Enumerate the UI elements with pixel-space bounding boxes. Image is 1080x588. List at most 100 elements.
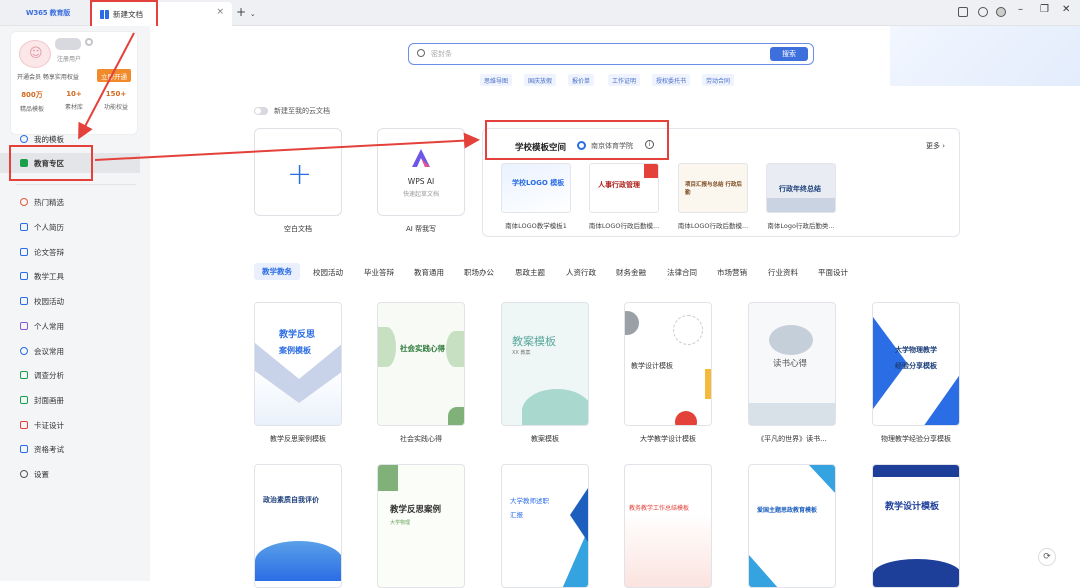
- template-card[interactable]: 教学反思案例 大学物理: [377, 464, 465, 588]
- sidebar-item-survey[interactable]: 调查分析: [0, 365, 150, 385]
- sidebar-item-teaching-tools[interactable]: 教学工具: [0, 266, 150, 286]
- category-tab[interactable]: 人资行政: [566, 267, 596, 278]
- template-card[interactable]: 教案模板 XX 教案: [501, 302, 589, 426]
- search-bar[interactable]: 密封条 搜索: [408, 43, 814, 65]
- image-icon: [20, 396, 28, 404]
- search-button[interactable]: 搜索: [770, 47, 808, 61]
- chevron-down-icon[interactable]: ⌄: [250, 10, 256, 18]
- category-tab[interactable]: 职场办公: [464, 267, 494, 278]
- sidebar-item-thesis[interactable]: 论文答辩: [0, 242, 150, 262]
- school-template-caption: 南体Logo行政后勤类...: [767, 222, 835, 230]
- school-template-caption: 南体LOGO教学模板1: [505, 222, 567, 230]
- sidebar-item-hot[interactable]: 热门精选: [0, 192, 150, 212]
- divider: [16, 184, 136, 185]
- template-card[interactable]: 教学反思 案例模板: [254, 302, 342, 426]
- category-tab-active[interactable]: 教学教务: [254, 263, 300, 280]
- thesis-icon: [20, 248, 28, 256]
- minimize-icon[interactable]: –: [1018, 4, 1023, 15]
- sidebar-item-personal[interactable]: 个人常用: [0, 316, 150, 336]
- gear-icon: [20, 470, 28, 478]
- blank-document-card[interactable]: +: [254, 128, 342, 216]
- close-window-icon[interactable]: ✕: [1062, 4, 1070, 15]
- template-caption: 物理教学经验分享模板: [881, 435, 951, 443]
- category-tab[interactable]: 市场营销: [717, 267, 747, 278]
- category-tab[interactable]: 毕业答辩: [364, 267, 394, 278]
- category-tab[interactable]: 行业资料: [768, 267, 798, 278]
- template-card[interactable]: 读书心得: [748, 302, 836, 426]
- category-tab[interactable]: 法律合同: [667, 267, 697, 278]
- school-template-thumb[interactable]: 学校LOGO 模板: [501, 163, 571, 213]
- teaching-tools-icon: [20, 272, 28, 280]
- search-input[interactable]: 密封条: [431, 49, 452, 59]
- template-card[interactable]: 教务教学工作总结模板: [624, 464, 712, 588]
- triangle-decoration: [749, 465, 835, 587]
- decoration-banner: [890, 26, 1080, 86]
- plus-icon: +: [287, 157, 313, 192]
- school-template-caption: 南体LOGO行政后勤模...: [677, 222, 749, 230]
- category-tab[interactable]: 平面设计: [818, 267, 848, 278]
- app-tab[interactable]: W365 教育版: [8, 4, 88, 22]
- hot-tag[interactable]: 授权委托书: [652, 74, 691, 86]
- hot-tag[interactable]: 国庆放假: [524, 74, 557, 86]
- user-icon: [20, 135, 28, 143]
- template-card[interactable]: 社会实践心得: [377, 302, 465, 426]
- sidebar-item-meeting[interactable]: 会议常用: [0, 341, 150, 361]
- new-tab-button[interactable]: + ⌄: [236, 5, 256, 19]
- more-link[interactable]: 更多 ›: [926, 141, 945, 151]
- user-card[interactable]: 注册用户 开通会员 畅享实用权益 立即开通 800万精品模板 10+素材库 15…: [10, 31, 138, 135]
- category-tab[interactable]: 财务金融: [616, 267, 646, 278]
- open-membership-button[interactable]: 立即开通: [97, 69, 131, 82]
- promo-text: 开通会员 畅享实用权益: [17, 74, 79, 81]
- stat-benefits[interactable]: 150+ 功能权益: [97, 90, 135, 111]
- hot-tag[interactable]: 工作证明: [608, 74, 641, 86]
- hot-icon: [20, 198, 28, 206]
- template-card[interactable]: 教学设计模板: [624, 302, 712, 426]
- sidebar-item-campus[interactable]: 校园活动: [0, 291, 150, 311]
- school-template-thumb[interactable]: 人事行政管理: [589, 163, 659, 213]
- campus-icon: [20, 297, 28, 305]
- template-card[interactable]: 大学物理教学 经验分享模板: [872, 302, 960, 426]
- sidebar-item-resume[interactable]: 个人简历: [0, 217, 150, 237]
- stat-materials[interactable]: 10+ 素材库: [55, 90, 93, 111]
- refresh-icon[interactable]: ⟳: [1038, 548, 1056, 566]
- template-card[interactable]: 教学设计模板: [872, 464, 960, 588]
- close-tab-icon[interactable]: ×: [216, 7, 224, 17]
- sidebar-item-cover[interactable]: 封面画册: [0, 390, 150, 410]
- resume-icon: [20, 223, 28, 231]
- user-avatar-icon[interactable]: [996, 7, 1006, 17]
- card-icon: [20, 421, 28, 429]
- school-template-thumb[interactable]: 项目汇报与总结 行政后勤: [678, 163, 748, 213]
- template-card[interactable]: 爱国主题思政教育模板: [748, 464, 836, 588]
- template-card[interactable]: 大学教师述职 汇报: [501, 464, 589, 588]
- hot-tag[interactable]: 报价单: [568, 74, 595, 86]
- sidebar-item-card[interactable]: 卡证设计: [0, 415, 150, 435]
- sidebar-item-settings[interactable]: 设置: [0, 464, 150, 484]
- toggle-switch[interactable]: [254, 107, 268, 115]
- gear-icon[interactable]: [85, 38, 93, 46]
- window-layout-icon[interactable]: [958, 7, 968, 17]
- stat-templates[interactable]: 800万 精品模板: [13, 90, 51, 113]
- template-caption: 教案模板: [531, 435, 559, 443]
- sidebar-item-exam[interactable]: 资格考试: [0, 439, 150, 459]
- category-tab[interactable]: 校园活动: [313, 267, 343, 278]
- wps-ai-logo-icon: [412, 149, 430, 167]
- grid-icon: [20, 322, 28, 330]
- skin-icon[interactable]: [978, 7, 988, 17]
- avatar[interactable]: [19, 40, 51, 68]
- restore-icon[interactable]: ❐: [1040, 4, 1049, 15]
- ai-write-card[interactable]: WPS AI 快速起草文档: [377, 128, 465, 216]
- user-status: 注册用户: [57, 56, 82, 63]
- annotation-box-tab: [90, 0, 158, 28]
- ai-write-label: AI 帮我写: [405, 225, 437, 233]
- hot-tag[interactable]: 思维导图: [480, 74, 513, 86]
- sidebar: 注册用户 开通会员 畅享实用权益 立即开通 800万精品模板 10+素材库 15…: [0, 26, 150, 581]
- cloud-toggle[interactable]: 新建至我的云文档: [254, 106, 330, 116]
- stripe-decoration: [562, 488, 588, 587]
- template-card[interactable]: 政治素质自我评价: [254, 464, 342, 588]
- hot-tag[interactable]: 劳动合同: [702, 74, 735, 86]
- school-template-thumb[interactable]: 行政年终总结: [766, 163, 836, 213]
- category-tab[interactable]: 教育通用: [414, 267, 444, 278]
- username-blurred: [55, 38, 81, 50]
- ai-subtitle: 快速起草文档: [402, 191, 439, 198]
- category-tab[interactable]: 思政主题: [515, 267, 545, 278]
